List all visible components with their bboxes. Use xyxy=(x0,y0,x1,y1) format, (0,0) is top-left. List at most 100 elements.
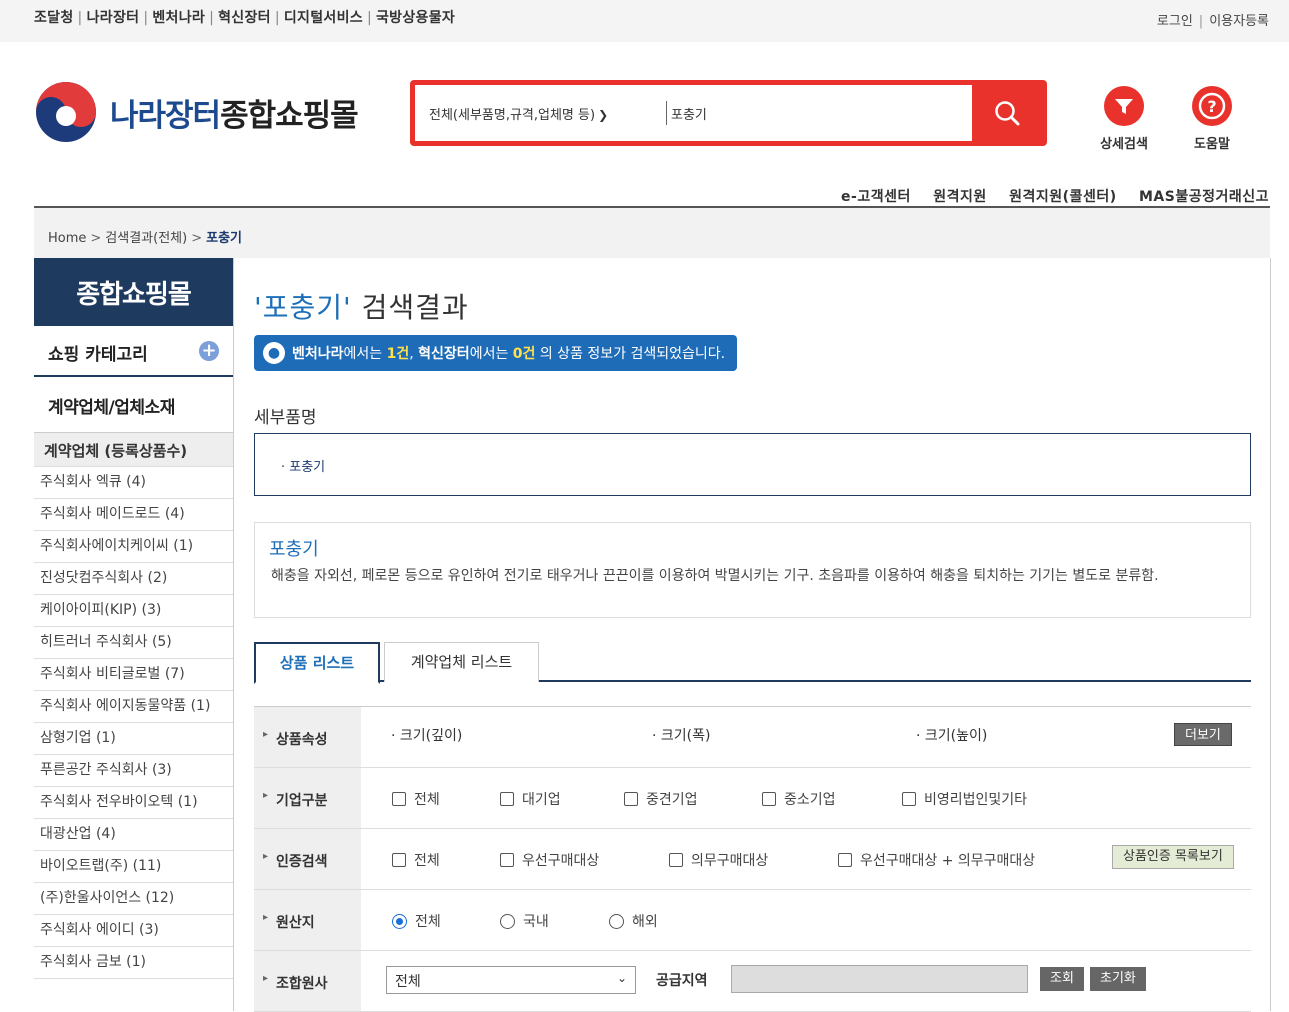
cert-mandatory-checkbox[interactable]: 의무구매대상 xyxy=(669,850,768,870)
plus-icon[interactable]: + xyxy=(199,341,219,361)
filter-row-origin: 원산지 전체 국내 해외 xyxy=(254,890,1251,951)
item-description-text: 해충을 자외선, 페로몬 등으로 유인하여 전기로 태우거나 끈끈이를 이용하여… xyxy=(271,568,1159,584)
search-button[interactable] xyxy=(972,85,1042,141)
filter-label: 원산지 xyxy=(254,890,361,950)
search-icon xyxy=(995,101,1020,126)
subnav-remote[interactable]: 원격지원 xyxy=(933,189,987,205)
logo-text: 나라장터종합쇼핑몰 xyxy=(110,97,359,134)
help-button[interactable]: ? 도움말 xyxy=(1182,86,1242,152)
detail-item-box: · 포충기 xyxy=(254,433,1251,496)
vendor-item[interactable]: 주식회사 금보 (1) xyxy=(34,947,233,979)
cert-both-checkbox[interactable]: 우선구매대상 + 의무구매대상 xyxy=(838,850,1035,870)
detail-item-link[interactable]: · 포충기 xyxy=(281,456,325,475)
tab-vendor-list[interactable]: 계약업체 리스트 xyxy=(384,642,539,682)
main-content: '포충기' 검색결과 ● 벤처나라에서는 1건, 혁신장터에서는 0건 의 상품… xyxy=(234,258,1271,1012)
union-select[interactable]: 전체 ⌄ xyxy=(386,966,636,994)
register-link[interactable]: 이용자등록 xyxy=(1209,14,1269,29)
detail-item-label: 세부품명 xyxy=(254,408,317,428)
item-description: 포충기 해충을 자외선, 페로몬 등으로 유인하여 전기로 태우거나 끈끈이를 … xyxy=(254,522,1251,618)
origin-all-radio[interactable]: 전체 xyxy=(392,911,441,931)
attr-depth[interactable]: · 크기(깊이) xyxy=(391,725,462,745)
sidebar-title: 종합쇼핑몰 xyxy=(34,258,233,326)
sidebar-category[interactable]: 쇼핑 카테고리 + xyxy=(34,326,233,377)
sub-nav: e-고객센터 원격지원 원격지원(콜센터) MAS불공정거래신고 xyxy=(824,186,1269,206)
site-logo[interactable]: 나라장터종합쇼핑몰 xyxy=(34,80,359,144)
filter-icon xyxy=(1115,99,1133,114)
filter-row-cert: 인증검색 전체 우선구매대상 의무구매대상 우선구매대상 + 의무구매대상 상품… xyxy=(254,829,1251,890)
vendor-item[interactable]: 주식회사 에이디 (3) xyxy=(34,915,233,947)
company-large-checkbox[interactable]: 대기업 xyxy=(500,789,561,809)
link-defense[interactable]: 국방상용물자 xyxy=(376,10,455,26)
cert-priority-checkbox[interactable]: 우선구매대상 xyxy=(500,850,599,870)
taegeuk-logo-icon xyxy=(36,82,96,142)
subnav-customer-center[interactable]: e-고객센터 xyxy=(841,189,911,205)
filter-label: 조합원사 xyxy=(254,951,361,1011)
search-input[interactable] xyxy=(671,97,971,129)
vendor-item[interactable]: 케이아이피(KIP) (3) xyxy=(34,595,233,627)
question-icon: ? xyxy=(1198,92,1226,120)
chevron-down-icon: ⌄ xyxy=(616,971,627,985)
cert-list-button[interactable]: 상품인증 목록보기 xyxy=(1112,845,1234,869)
chevron-right-icon: > xyxy=(191,231,203,246)
vendor-item[interactable]: 주식회사 전우바이오텍 (1) xyxy=(34,787,233,819)
breadcrumb-results[interactable]: 검색결과(전체) xyxy=(105,231,187,246)
attr-width[interactable]: · 크기(폭) xyxy=(652,725,710,745)
vendor-item[interactable]: 진성닷컴주식회사 (2) xyxy=(34,563,233,595)
vendor-item[interactable]: 대광산업 (4) xyxy=(34,819,233,851)
breadcrumb-home[interactable]: Home xyxy=(48,231,86,246)
chevron-right-icon: > xyxy=(90,231,102,246)
user-links: 로그인 | 이용자등록 xyxy=(1156,14,1269,29)
vendor-item[interactable]: 주식회사 에이지동물약품 (1) xyxy=(34,691,233,723)
more-button[interactable]: 더보기 xyxy=(1174,723,1232,746)
origin-domestic-radio[interactable]: 국내 xyxy=(500,911,549,931)
link-innovation[interactable]: 혁신장터 xyxy=(218,10,271,26)
company-small-checkbox[interactable]: 중소기업 xyxy=(762,789,836,809)
filter-table: 상품속성 · 크기(깊이) · 크기(폭) · 크기(높이) 더보기 기업구분 … xyxy=(254,706,1251,1012)
filter-label: 상품속성 xyxy=(254,707,361,767)
filter-row-company: 기업구분 전체 대기업 중견기업 중소기업 비영리법인및기타 xyxy=(254,768,1251,829)
vendor-item[interactable]: 주식회사 비티글로벌 (7) xyxy=(34,659,233,691)
vendor-item[interactable]: (주)한울사이언스 (12) xyxy=(34,883,233,915)
page-title: '포충기' 검색결과 xyxy=(254,291,469,324)
result-notice: ● 벤처나라에서는 1건, 혁신장터에서는 0건 의 상품 정보가 검색되었습니… xyxy=(254,335,738,371)
reset-button[interactable]: 초기화 xyxy=(1090,967,1146,991)
vendor-item[interactable]: 바이오트랩(주) (11) xyxy=(34,851,233,883)
company-mid-checkbox[interactable]: 중견기업 xyxy=(624,789,698,809)
chevron-down-icon: ❯ xyxy=(598,108,609,122)
company-nonprofit-checkbox[interactable]: 비영리법인및기타 xyxy=(902,789,1027,809)
top-bar: 조달청 | 나라장터 | 벤처나라 | 혁신장터 | 디지털서비스 | 국방상용물자 로그인 | 이용자… xyxy=(0,0,1289,42)
supply-region-input[interactable] xyxy=(731,965,1028,993)
vendor-item[interactable]: 히트러너 주식회사 (5) xyxy=(34,627,233,659)
query-button[interactable]: 조회 xyxy=(1040,967,1084,991)
subnav-mas-report[interactable]: MAS불공정거래신고 xyxy=(1139,189,1269,205)
search-scope-select[interactable]: 전체(세부품명,규격,업체명 등) ❯ xyxy=(429,104,608,123)
cert-all-checkbox[interactable]: 전체 xyxy=(392,850,440,870)
breadcrumb: Home > 검색결과(전체) > 포충기 xyxy=(48,227,242,246)
subnav-remote-call[interactable]: 원격지원(콜센터) xyxy=(1009,189,1116,205)
sidebar: 종합쇼핑몰 쇼핑 카테고리 + 계약업체/업체소재 계약업체 (등록상품수) 주… xyxy=(34,258,234,1011)
vendor-list: 주식회사 엑큐 (4) 주식회사 메이드로드 (4) 주식회사에이치케이씨 (1… xyxy=(34,467,233,979)
site-links: 조달청 | 나라장터 | 벤처나라 | 혁신장터 | 디지털서비스 | 국방상용물자 xyxy=(34,10,456,26)
detail-search-button[interactable]: 상세검색 xyxy=(1094,86,1154,152)
vendor-list-header: 계약업체 (등록상품수) xyxy=(34,433,233,467)
vendor-item[interactable]: 푸른공간 주식회사 (3) xyxy=(34,755,233,787)
sidebar-vendor-tab[interactable]: 계약업체/업체소재 xyxy=(34,377,233,433)
search-bar: 전체(세부품명,규격,업체명 등) ❯ xyxy=(410,80,1047,146)
vendor-item[interactable]: 주식회사에이치케이씨 (1) xyxy=(34,531,233,563)
link-digital[interactable]: 디지털서비스 xyxy=(284,10,363,26)
link-pps[interactable]: 조달청 xyxy=(34,10,74,26)
vendor-item[interactable]: 주식회사 메이드로드 (4) xyxy=(34,499,233,531)
filter-label: 기업구분 xyxy=(254,768,361,828)
vendor-item[interactable]: 주식회사 엑큐 (4) xyxy=(34,467,233,499)
tab-product-list[interactable]: 상품 리스트 xyxy=(254,642,380,684)
vendor-item[interactable]: 삼형기업 (1) xyxy=(34,723,233,755)
lightbulb-icon: ● xyxy=(263,342,285,364)
attr-height[interactable]: · 크기(높이) xyxy=(916,725,987,745)
login-link[interactable]: 로그인 xyxy=(1157,14,1193,29)
filter-label: 인증검색 xyxy=(254,829,361,889)
company-all-checkbox[interactable]: 전체 xyxy=(392,789,440,809)
origin-foreign-radio[interactable]: 해외 xyxy=(609,911,658,931)
link-venture[interactable]: 벤처나라 xyxy=(152,10,205,26)
link-naramarket[interactable]: 나라장터 xyxy=(87,10,140,26)
filter-row-attributes: 상품속성 · 크기(깊이) · 크기(폭) · 크기(높이) 더보기 xyxy=(254,707,1251,768)
